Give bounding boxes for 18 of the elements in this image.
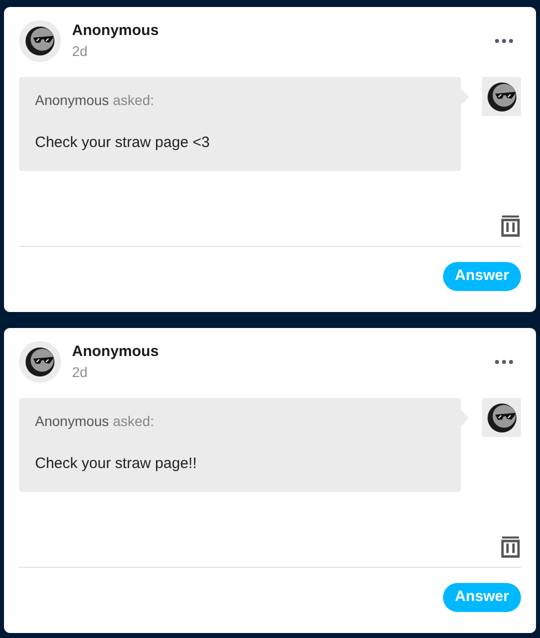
- asker-avatar[interactable]: [482, 77, 521, 116]
- trash-icon[interactable]: [501, 536, 520, 558]
- question-text: Check your straw page!!: [35, 455, 198, 473]
- asked-by-line: Anonymous asked:: [35, 92, 156, 108]
- asker-avatar[interactable]: [482, 398, 521, 437]
- trash-icon[interactable]: [501, 215, 520, 237]
- author-name[interactable]: Anonymous: [72, 342, 159, 362]
- sunglasses-face-icon: [23, 24, 57, 58]
- avatar[interactable]: [19, 20, 61, 62]
- author-name[interactable]: Anonymous: [72, 21, 159, 41]
- avatar[interactable]: [19, 341, 61, 383]
- sunglasses-face-icon: [484, 80, 518, 114]
- asked-by-line: Anonymous asked:: [35, 413, 156, 429]
- sunglasses-face-icon: [23, 345, 57, 379]
- sunglasses-face-icon: [484, 400, 518, 434]
- timestamp: 2d: [72, 42, 89, 61]
- question-text: Check your straw page <3: [35, 134, 211, 152]
- timestamp: 2d: [72, 363, 89, 382]
